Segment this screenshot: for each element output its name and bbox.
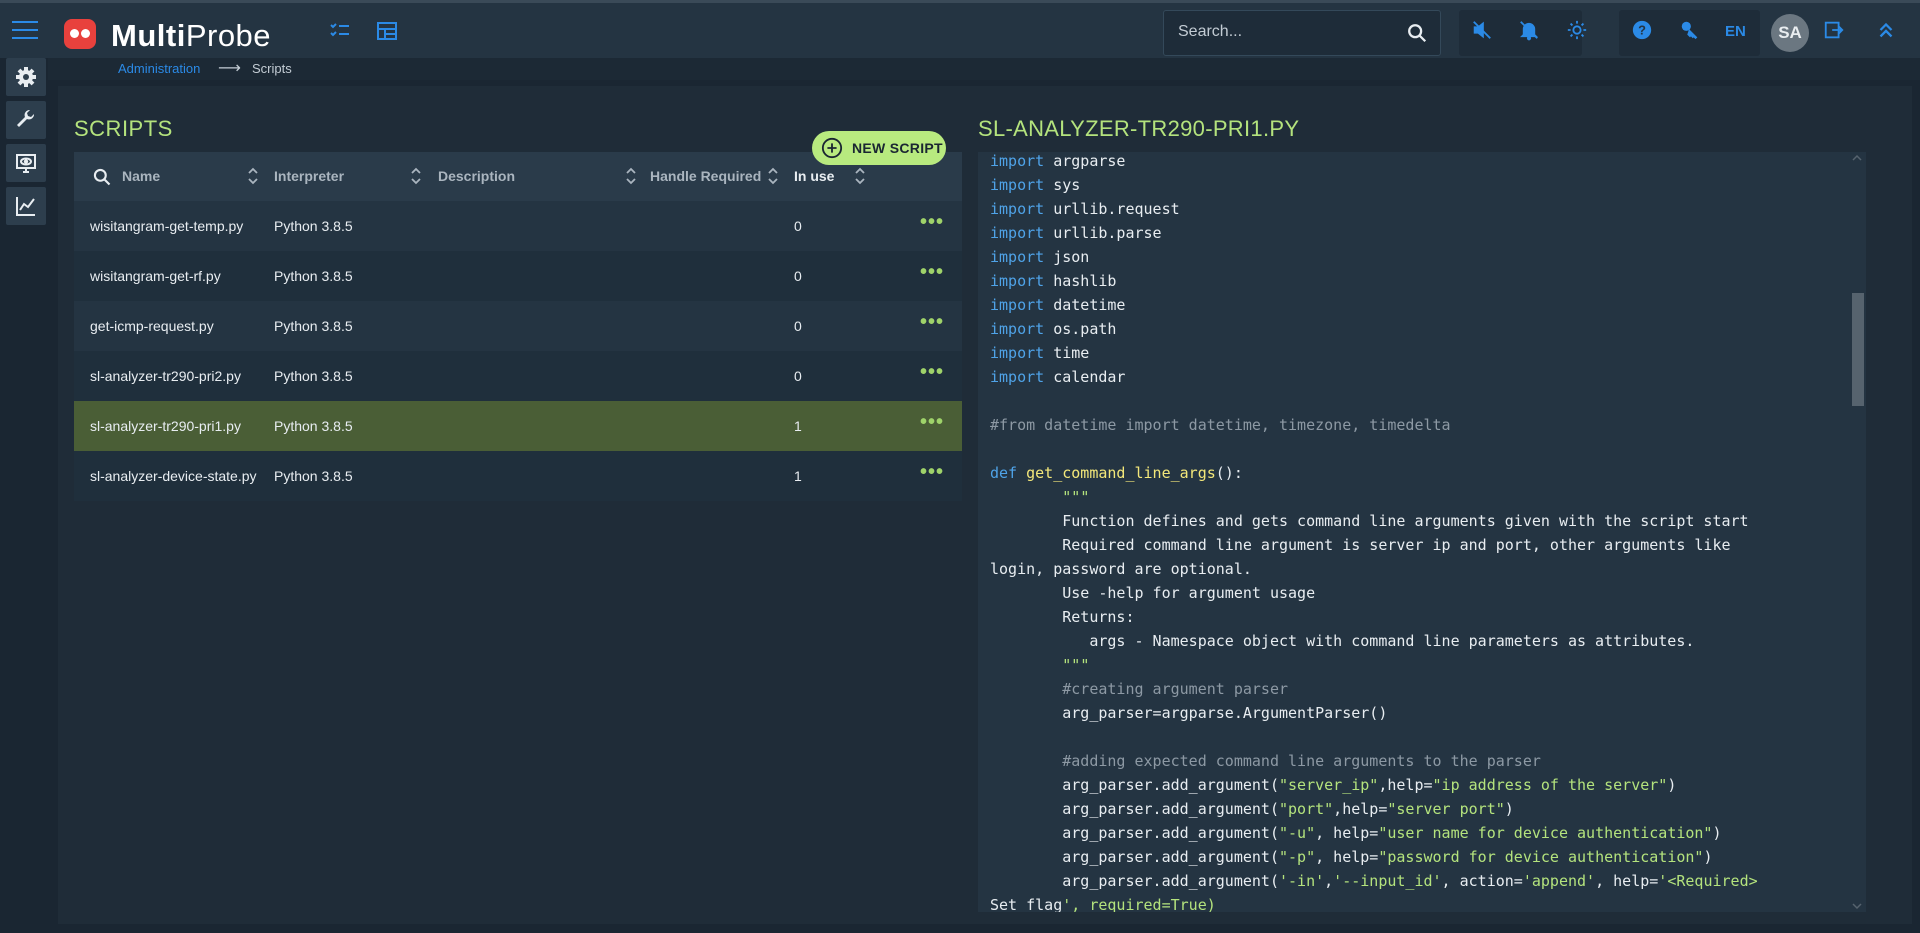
- scripts-table: Name Interpreter Description Handle Requ…: [74, 152, 962, 502]
- row-name: sl-analyzer-tr290-pri2.py: [90, 368, 241, 384]
- checklist-icon[interactable]: [327, 19, 353, 45]
- row-name: wisitangram-get-rf.py: [90, 268, 221, 284]
- editor-scrollbar[interactable]: [1850, 152, 1864, 912]
- bell-off-icon[interactable]: [1516, 19, 1542, 45]
- more-icon[interactable]: •••: [920, 262, 944, 282]
- key-icon[interactable]: [1677, 19, 1703, 45]
- code-editor[interactable]: import argparse import sys import urllib…: [978, 152, 1866, 912]
- row-interpreter: Python 3.8.5: [274, 468, 353, 484]
- more-icon[interactable]: •••: [920, 362, 944, 382]
- breadcrumb-current: Scripts: [252, 61, 292, 76]
- row-interpreter: Python 3.8.5: [274, 368, 353, 384]
- sound-off-icon[interactable]: [1469, 19, 1495, 45]
- sidebar-item-settings[interactable]: [6, 58, 46, 96]
- search-box: [1163, 10, 1441, 56]
- row-interpreter: Python 3.8.5: [274, 318, 353, 334]
- sort-icon[interactable]: [626, 165, 636, 187]
- row-interpreter: Python 3.8.5: [274, 418, 353, 434]
- column-header-in-use[interactable]: In use: [794, 168, 834, 184]
- column-header-name[interactable]: Name: [122, 168, 160, 184]
- column-header-interpreter[interactable]: Interpreter: [274, 168, 344, 184]
- multiprobe-logo: [64, 19, 96, 49]
- row-name: get-icmp-request.py: [90, 318, 214, 334]
- sort-icon[interactable]: [411, 165, 421, 187]
- search-input[interactable]: [1178, 23, 1398, 41]
- brightness-icon[interactable]: [1564, 19, 1590, 45]
- scripts-title: SCRIPTS: [74, 116, 173, 141]
- table-row-selected[interactable]: sl-analyzer-tr290-pri1.py Python 3.8.5 1…: [74, 401, 962, 451]
- sort-icon[interactable]: [855, 165, 865, 187]
- row-in-use: 1: [794, 468, 802, 484]
- gear-icon: [16, 67, 36, 87]
- scroll-up-icon[interactable]: [1852, 154, 1862, 162]
- sort-icon[interactable]: [248, 165, 258, 187]
- logout-icon[interactable]: [1821, 19, 1847, 45]
- avatar[interactable]: SA: [1771, 14, 1809, 52]
- help-icon[interactable]: ?: [1629, 19, 1655, 45]
- row-in-use: 0: [794, 268, 802, 284]
- menu-icon[interactable]: [12, 21, 38, 41]
- sidebar: [0, 58, 48, 933]
- search-icon[interactable]: [92, 167, 112, 187]
- column-header-handle-required[interactable]: Handle Required: [650, 168, 761, 184]
- language-selector[interactable]: EN: [1725, 23, 1746, 40]
- row-in-use: 0: [794, 318, 802, 334]
- scroll-down-icon[interactable]: [1852, 902, 1862, 910]
- row-name: sl-analyzer-device-state.py: [90, 468, 257, 484]
- table-row[interactable]: wisitangram-get-temp.py Python 3.8.5 0 •…: [74, 201, 962, 251]
- table-row[interactable]: wisitangram-get-rf.py Python 3.8.5 0 •••: [74, 251, 962, 301]
- more-icon[interactable]: •••: [920, 412, 944, 432]
- row-interpreter: Python 3.8.5: [274, 218, 353, 234]
- more-icon[interactable]: •••: [920, 312, 944, 332]
- row-name: wisitangram-get-temp.py: [90, 218, 244, 234]
- more-icon[interactable]: •••: [920, 462, 944, 482]
- top-bar: MultiProbe ? EN SA: [0, 0, 1920, 58]
- code-content[interactable]: import argparse import sys import urllib…: [990, 152, 1758, 912]
- monitor-eye-icon: [16, 154, 36, 173]
- row-in-use: 0: [794, 368, 802, 384]
- more-icon[interactable]: •••: [920, 212, 944, 232]
- editor-title: SL-ANALYZER-TR290-PRI1.PY: [978, 116, 1300, 141]
- wrench-icon: [17, 109, 35, 127]
- breadcrumb-arrow-icon: ⟶: [218, 60, 241, 77]
- new-script-label: NEW SCRIPT: [852, 140, 943, 156]
- scrollbar-thumb[interactable]: [1852, 293, 1864, 406]
- sidebar-item-analytics[interactable]: [6, 187, 46, 225]
- row-in-use: 1: [794, 418, 802, 434]
- row-in-use: 0: [794, 218, 802, 234]
- sort-icon[interactable]: [768, 165, 778, 187]
- svg-text:?: ?: [1638, 23, 1646, 38]
- search-icon[interactable]: [1406, 22, 1428, 44]
- column-header-description[interactable]: Description: [438, 168, 515, 184]
- new-script-button[interactable]: NEW SCRIPT: [812, 131, 946, 165]
- table-row[interactable]: get-icmp-request.py Python 3.8.5 0 •••: [74, 301, 962, 351]
- sidebar-item-monitor[interactable]: [6, 144, 46, 182]
- plus-circle-icon: [821, 137, 843, 159]
- brand-name: MultiProbe: [111, 18, 272, 53]
- collapse-up-icon[interactable]: [1873, 19, 1899, 45]
- breadcrumb-administration[interactable]: Administration: [118, 61, 200, 76]
- table-row[interactable]: sl-analyzer-device-state.py Python 3.8.5…: [74, 451, 962, 501]
- dashboard-icon[interactable]: [374, 19, 400, 45]
- row-interpreter: Python 3.8.5: [274, 268, 353, 284]
- chart-icon: [16, 197, 35, 216]
- sidebar-item-tools[interactable]: [6, 101, 46, 139]
- table-row[interactable]: sl-analyzer-tr290-pri2.py Python 3.8.5 0…: [74, 351, 962, 401]
- row-name: sl-analyzer-tr290-pri1.py: [90, 418, 241, 434]
